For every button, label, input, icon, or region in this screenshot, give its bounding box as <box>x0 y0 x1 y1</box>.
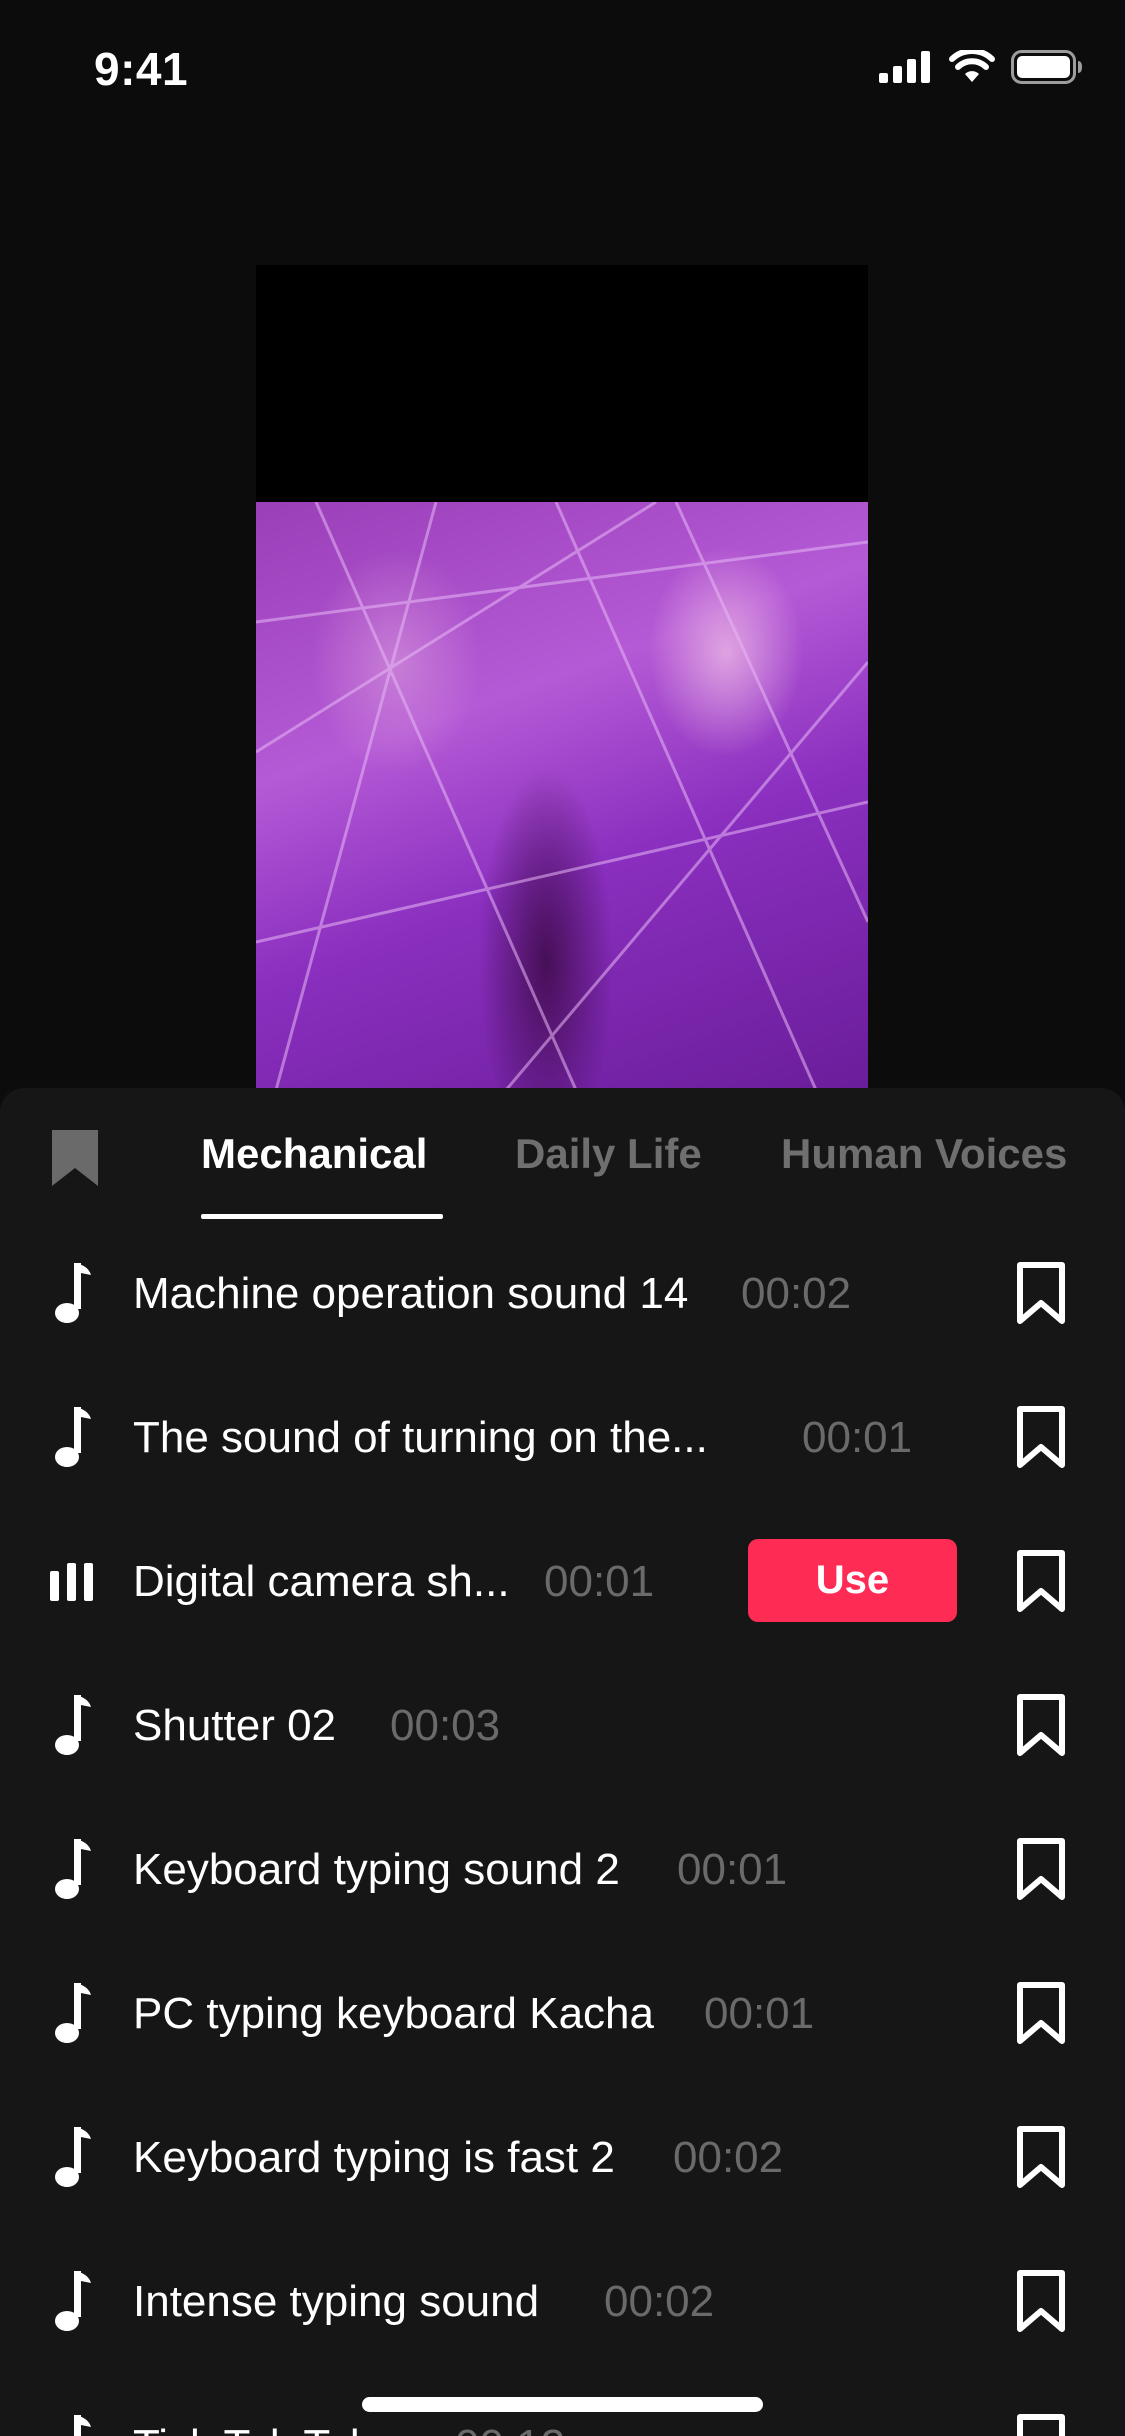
sound-duration: 00:02 <box>604 2277 715 2326</box>
bookmark-icon[interactable] <box>1016 1549 1066 1613</box>
bookmark-icon[interactable] <box>1016 1405 1066 1469</box>
sound-duration: 00:02 <box>741 1269 852 1318</box>
playing-bars-icon <box>50 1563 93 1601</box>
sound-row[interactable]: Keyboard typing sound 2 00:01 <box>0 1799 1125 1943</box>
sound-duration: 00:03 <box>390 1701 501 1750</box>
tab-mechanical[interactable]: Mechanical <box>201 1130 427 1178</box>
status-time: 9:41 <box>94 43 189 95</box>
preview-letterbox <box>256 265 868 502</box>
bookmark-icon[interactable] <box>1016 1981 1066 2045</box>
sound-row[interactable]: Intense typing sound 00:02 <box>0 2231 1125 2375</box>
sound-name: Machine operation sound 14 <box>133 1269 689 1318</box>
music-note-icon <box>55 2127 91 2187</box>
sound-duration: 00:01 <box>802 1413 913 1462</box>
sound-duration: 00:02 <box>673 2133 784 2182</box>
sound-list: Machine operation sound 14 00:02 The sou… <box>0 1223 1125 2436</box>
music-note-icon <box>55 1839 91 1899</box>
use-button[interactable]: Use <box>748 1539 957 1622</box>
sound-name: PC typing keyboard Kacha <box>133 1989 654 2038</box>
sound-row[interactable]: Machine operation sound 14 00:02 <box>0 1223 1125 1367</box>
home-indicator[interactable] <box>362 2397 763 2412</box>
active-tab-indicator <box>201 1214 443 1219</box>
sound-name: Tick Tok Tok <box>133 2421 372 2436</box>
bookmark-icon[interactable] <box>1016 1837 1066 1901</box>
bookmark-icon[interactable] <box>1016 1693 1066 1757</box>
sound-row[interactable]: The sound of turning on the... 00:01 <box>0 1367 1125 1511</box>
cellular-signal-icon <box>879 51 930 83</box>
sound-row[interactable]: Keyboard typing is fast 2 00:02 <box>0 2087 1125 2231</box>
music-note-icon <box>55 2271 91 2331</box>
tab-human-voices[interactable]: Human Voices <box>781 1130 1067 1178</box>
music-note-icon <box>74 2415 91 2436</box>
wifi-icon <box>949 50 995 82</box>
bookmark-filled-icon[interactable] <box>50 1128 100 1193</box>
preview-image <box>256 502 868 1090</box>
sound-name: Keyboard typing is fast 2 <box>133 2133 615 2182</box>
sound-name: Intense typing sound <box>133 2277 540 2326</box>
music-note-icon <box>55 1407 91 1467</box>
bookmark-icon[interactable] <box>1016 2269 1066 2333</box>
sound-effects-sheet: Mechanical Daily Life Human Voices Machi… <box>0 1088 1125 2436</box>
music-note-icon <box>55 1983 91 2043</box>
sound-name: Digital camera sh... <box>133 1557 510 1606</box>
sound-row-playing[interactable]: Digital camera sh... 00:01 Use <box>0 1511 1125 1655</box>
music-note-icon <box>55 1263 91 1323</box>
status-icons <box>879 50 1083 84</box>
sound-duration: 00:12 <box>455 2421 565 2436</box>
battery-icon <box>1011 50 1082 84</box>
music-note-icon <box>55 1695 91 1755</box>
sound-name: Keyboard typing sound 2 <box>133 1845 620 1894</box>
sound-row[interactable]: Shutter 02 00:03 <box>0 1655 1125 1799</box>
category-tabs: Mechanical Daily Life Human Voices <box>0 1088 1125 1223</box>
sound-name: The sound of turning on the... <box>133 1413 708 1462</box>
video-preview[interactable] <box>256 265 868 1090</box>
bookmark-icon[interactable] <box>1016 1261 1066 1325</box>
sound-duration: 00:01 <box>544 1557 655 1606</box>
sound-duration: 00:01 <box>704 1989 815 2038</box>
bookmark-icon[interactable] <box>1016 2413 1066 2436</box>
sound-row[interactable]: PC typing keyboard Kacha 00:01 <box>0 1943 1125 2087</box>
sound-name: Shutter 02 <box>133 1701 337 1750</box>
sound-duration: 00:01 <box>677 1845 788 1894</box>
bookmark-icon[interactable] <box>1016 2125 1066 2189</box>
tab-daily-life[interactable]: Daily Life <box>515 1130 702 1178</box>
status-bar: 9:41 <box>0 0 1125 135</box>
